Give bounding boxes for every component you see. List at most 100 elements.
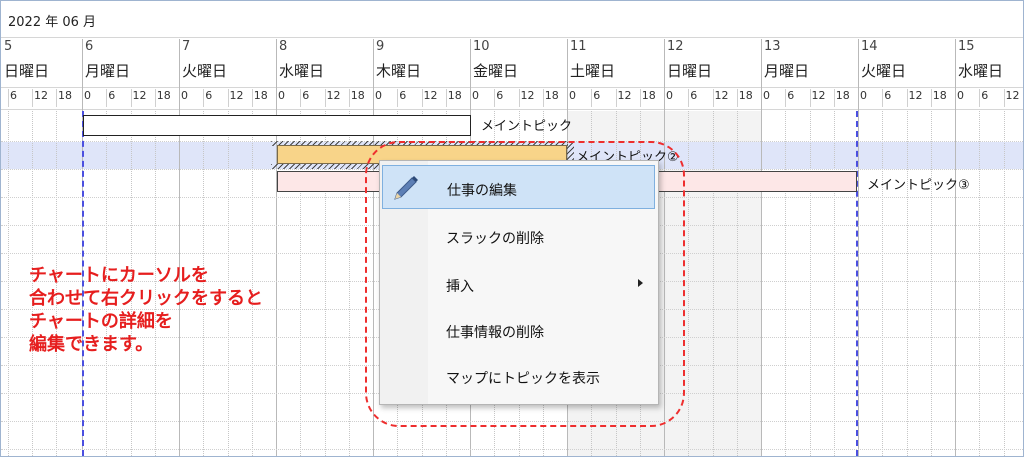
day-weekday: 日曜日 <box>667 62 713 80</box>
annotation-line: チャートにカーソルを <box>29 265 209 286</box>
header-separator <box>1 87 1023 88</box>
hour-tick-label: 6 <box>399 89 407 102</box>
hour-header-divider <box>882 89 884 107</box>
hour-gridline <box>712 111 714 456</box>
hour-tick-label: 12 <box>714 89 729 102</box>
day-weekday: 火曜日 <box>861 62 907 80</box>
hour-header-divider <box>324 89 326 107</box>
hour-header-divider <box>8 89 9 107</box>
hour-tick-label: 12 <box>34 89 48 102</box>
hour-header-divider <box>833 89 835 107</box>
row-gridline <box>1 449 1023 450</box>
hour-tick-label: 0 <box>569 89 576 102</box>
day-weekday: 水曜日 <box>279 62 325 80</box>
day-header: 9 木曜日 <box>373 39 470 87</box>
hour-gridline <box>736 111 738 456</box>
task-label: メイントピック <box>481 119 573 134</box>
hour-gridline <box>785 111 787 456</box>
annotation-line: 編集できます。 <box>29 334 154 355</box>
hour-tick-label: 18 <box>544 89 559 102</box>
day-number: 5 <box>4 39 13 54</box>
hour-header-divider <box>227 89 229 107</box>
hour-tick-label: 0 <box>181 89 188 102</box>
hour-gridline <box>833 111 835 456</box>
header-separator <box>1 37 1023 38</box>
hour-tick-label: 0 <box>278 89 285 102</box>
hour-header-divider <box>130 89 132 107</box>
hour-header-divider <box>785 89 787 107</box>
hour-header-divider <box>106 89 108 107</box>
hour-tick-label: 12 <box>326 89 341 102</box>
day-number: 13 <box>764 39 781 54</box>
hour-tick-label: 6 <box>981 89 989 102</box>
hour-tick-label: 18 <box>350 89 365 102</box>
day-header: 6 月曜日 <box>82 39 179 87</box>
hour-gridline <box>809 111 811 456</box>
hour-gridline <box>906 111 908 456</box>
hour-header-divider <box>809 89 811 107</box>
hour-tick-label: 6 <box>496 89 504 102</box>
day-header: 10 金曜日 <box>470 39 567 87</box>
hour-header-divider <box>421 89 423 107</box>
hour-header-divider <box>494 89 496 107</box>
day-header: 13 月曜日 <box>761 39 858 87</box>
day-weekday: 土曜日 <box>570 62 616 80</box>
day-number: 8 <box>279 39 288 54</box>
hour-header-divider <box>688 89 690 107</box>
hour-gridline <box>1003 111 1005 456</box>
hour-tick-label: 0 <box>957 89 964 102</box>
hour-header-divider <box>542 89 544 107</box>
hour-header-divider <box>397 89 399 107</box>
day-header: 12 日曜日 <box>664 39 761 87</box>
hour-header-divider <box>979 89 981 107</box>
day-weekday: 月曜日 <box>764 62 810 80</box>
day-number: 9 <box>376 39 385 54</box>
hour-gridline <box>688 111 690 456</box>
day-weekday: 月曜日 <box>85 62 131 80</box>
hour-tick-label: 18 <box>641 89 656 102</box>
hour-header-divider <box>56 89 57 107</box>
day-header: 15 水曜日 <box>955 39 1023 87</box>
hour-header-divider <box>639 89 641 107</box>
hour-tick-label: 6 <box>884 89 892 102</box>
hour-tick-label: 6 <box>593 89 601 102</box>
day-weekday: 火曜日 <box>182 62 228 80</box>
hour-tick-label: 0 <box>860 89 867 102</box>
hour-tick-label: 18 <box>835 89 850 102</box>
hour-tick-label: 0 <box>84 89 91 102</box>
hour-header-divider <box>930 89 932 107</box>
week-start-line <box>856 111 858 456</box>
annotation-line: 合わせて右クリックをすると <box>29 288 263 309</box>
hour-header-divider <box>203 89 205 107</box>
task-bar-main-topic[interactable] <box>83 115 471 136</box>
annotation-text: チャートにカーソルを 合わせて右クリックをすると チャートの詳細を 編集できます。 <box>29 264 263 356</box>
day-number: 7 <box>182 39 191 54</box>
day-weekday: 日曜日 <box>4 62 50 80</box>
day-number: 15 <box>958 39 975 54</box>
hour-gridline <box>979 111 981 456</box>
hour-tick-label: 6 <box>10 89 17 102</box>
day-weekday: 木曜日 <box>376 62 422 80</box>
hour-tick-label: 18 <box>58 89 72 102</box>
hour-header-divider <box>1003 89 1005 107</box>
hour-gridline <box>882 111 884 456</box>
hour-tick-label: 18 <box>253 89 268 102</box>
hour-tick-label: 6 <box>787 89 795 102</box>
hour-tick-label: 12 <box>908 89 923 102</box>
hour-gridline <box>930 111 932 456</box>
hour-tick-label: 12 <box>132 89 147 102</box>
hour-tick-label: 18 <box>156 89 171 102</box>
hour-tick-label: 6 <box>302 89 310 102</box>
hour-header-divider <box>348 89 350 107</box>
day-header: 14 火曜日 <box>858 39 955 87</box>
hour-tick-label: 0 <box>472 89 479 102</box>
highlight-callout-outline <box>365 141 685 427</box>
hour-tick-label: 6 <box>690 89 698 102</box>
task-label: メイントピック③ <box>867 178 970 193</box>
hour-tick-label: 12 <box>617 89 632 102</box>
hour-tick-label: 12 <box>423 89 438 102</box>
day-number: 12 <box>667 39 684 54</box>
day-header: 7 火曜日 <box>179 39 276 87</box>
hour-tick-label: 18 <box>447 89 462 102</box>
day-number: 6 <box>85 39 94 54</box>
